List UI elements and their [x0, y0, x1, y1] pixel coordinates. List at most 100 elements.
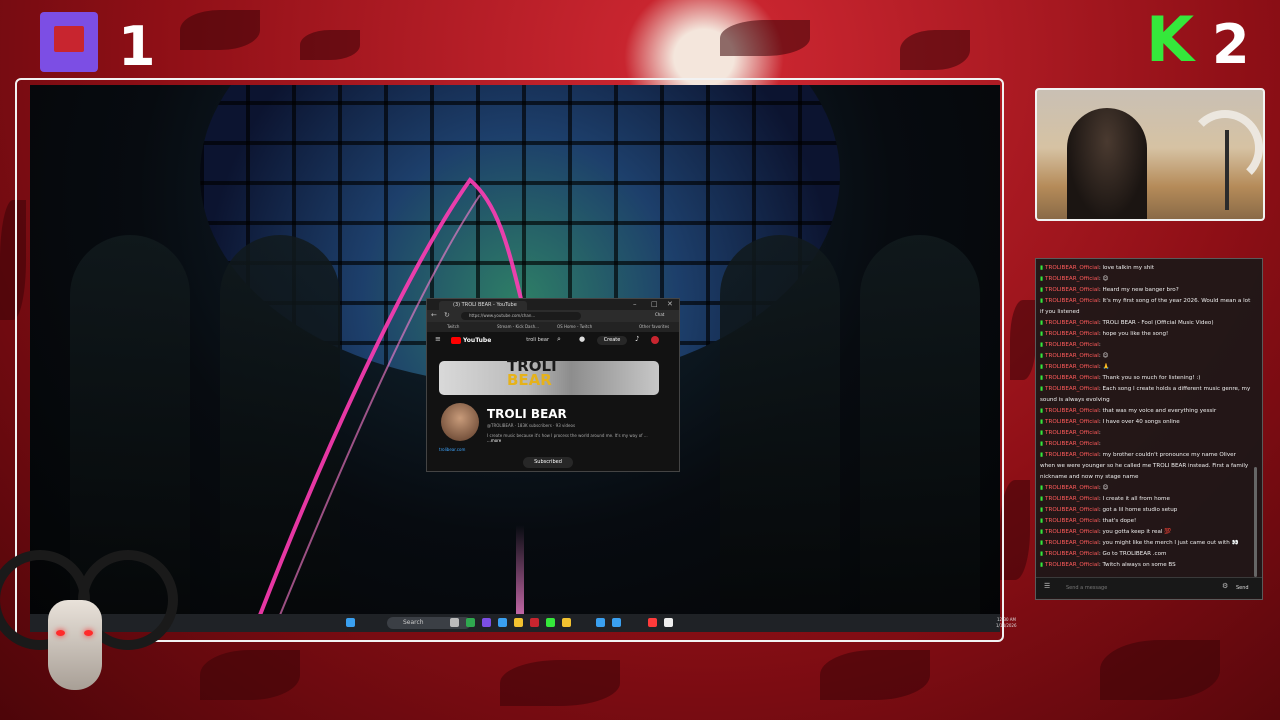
- chat-username[interactable]: TROLIBEAR_Official: [1045, 562, 1099, 568]
- chat-username[interactable]: TROLIBEAR_Official: [1045, 419, 1099, 425]
- chat-username[interactable]: TROLIBEAR_Official: [1045, 408, 1099, 414]
- folder-icon[interactable]: [514, 618, 523, 627]
- bookmark-item[interactable]: Twitch: [447, 322, 459, 332]
- chat-username[interactable]: TROLIBEAR_Official: [1045, 364, 1099, 370]
- more-link[interactable]: ...more: [487, 438, 501, 443]
- bookmark-item[interactable]: Other favorites: [639, 322, 669, 332]
- chat-text: that was my voice and everything yessir: [1102, 408, 1217, 414]
- youtube-header: ≡ YouTube troli bear ⌕ ● Create ♪: [427, 332, 679, 349]
- bookmark-item[interactable]: OS Home - Twitch: [557, 322, 592, 332]
- browser-tab[interactable]: (3) TROLI BEAR - YouTube: [439, 301, 527, 310]
- refresh-icon[interactable]: ↻: [444, 311, 450, 319]
- chat-username[interactable]: TROLIBEAR_Official: [1045, 276, 1099, 282]
- chat-username[interactable]: TROLIBEAR_Official: [1045, 298, 1099, 304]
- chat-username[interactable]: TROLIBEAR_Official: [1045, 485, 1099, 491]
- bookmark-item[interactable]: Stream - Kick Dash...: [497, 322, 539, 332]
- xbox-icon[interactable]: [466, 618, 475, 627]
- chat-text: Heard my new banger bro?: [1102, 287, 1179, 293]
- chat-message: ▮ TROLIBEAR_Official: 😊: [1040, 353, 1109, 359]
- app-icon[interactable]: [562, 618, 571, 627]
- clock-date: 1/14/2026: [996, 623, 1017, 628]
- bell-icon[interactable]: ♪: [635, 335, 639, 343]
- app-icon[interactable]: [530, 618, 539, 627]
- chat-username[interactable]: TROLIBEAR_Official: [1045, 496, 1099, 502]
- chat-message: ▮ TROLIBEAR_Official: 🙏: [1040, 364, 1110, 370]
- taskview-icon[interactable]: [450, 618, 459, 627]
- goat-skull-decoration: [0, 540, 178, 720]
- chat-message: ▮ TROLIBEAR_Official: you might like the…: [1040, 540, 1239, 546]
- chat-message: ▮ TROLIBEAR_Official:: [1040, 441, 1101, 447]
- chat-username[interactable]: TROLIBEAR_Official: [1045, 529, 1099, 535]
- chat-message: ▮ TROLIBEAR_Official: Each song I create…: [1040, 386, 1251, 403]
- chat-username[interactable]: TROLIBEAR_Official: [1045, 375, 1099, 381]
- channel-description: I create music because it's how I proces…: [487, 433, 648, 438]
- channel-banner: TROLI BEAR: [439, 359, 659, 395]
- youtube-logo-icon[interactable]: [451, 337, 461, 344]
- chat-username[interactable]: TROLIBEAR_Official: [1045, 342, 1099, 348]
- taskbar-clock[interactable]: 12:30 AM 1/14/2026: [996, 617, 1017, 629]
- chat-username[interactable]: TROLIBEAR_Official: [1045, 331, 1099, 337]
- chat-text: you might like the merch I just came out…: [1102, 540, 1239, 546]
- kick-app-icon[interactable]: [546, 618, 555, 627]
- chrome-icon[interactable]: [612, 618, 621, 627]
- chat-text: 😊: [1102, 353, 1109, 359]
- chat-message: ▮ TROLIBEAR_Official:: [1040, 342, 1101, 348]
- chat-text: I have over 40 songs online: [1102, 419, 1180, 425]
- chat-username[interactable]: TROLIBEAR_Official: [1045, 430, 1099, 436]
- create-button[interactable]: Create: [597, 336, 627, 345]
- chat-username[interactable]: TROLIBEAR_Official: [1045, 452, 1099, 458]
- chat-message: ▮ TROLIBEAR_Official: I create it all fr…: [1040, 496, 1170, 502]
- chat-message: ▮ TROLIBEAR_Official:: [1040, 430, 1101, 436]
- player-one-number: 1: [118, 15, 156, 78]
- chat-settings-icon[interactable]: ☰: [1044, 582, 1050, 590]
- chat-panel: ▮ TROLIBEAR_Official: love talkin my shi…: [1035, 258, 1263, 600]
- chat-username[interactable]: TROLIBEAR_Official: [1045, 265, 1099, 271]
- chat-message: ▮ TROLIBEAR_Official: Thank you so much …: [1040, 375, 1201, 381]
- chat-username[interactable]: TROLIBEAR_Official: [1045, 320, 1099, 326]
- chat-text: you gotta keep it real 💯: [1102, 529, 1172, 535]
- chat-scrollbar[interactable]: [1254, 467, 1257, 577]
- chat-username[interactable]: TROLIBEAR_Official: [1045, 386, 1099, 392]
- avatar[interactable]: [651, 336, 659, 344]
- chat-username[interactable]: TROLIBEAR_Official: [1045, 441, 1099, 447]
- close-icon[interactable]: ✕: [667, 300, 673, 308]
- send-button[interactable]: Send: [1236, 582, 1249, 594]
- chat-message: ▮ TROLIBEAR_Official: 😊: [1040, 485, 1109, 491]
- app-icon[interactable]: [648, 618, 657, 627]
- search-icon[interactable]: ⌕: [557, 335, 561, 344]
- chat-username[interactable]: TROLIBEAR_Official: [1045, 518, 1099, 524]
- chat-message: ▮ TROLIBEAR_Official: that was my voice …: [1040, 408, 1217, 414]
- app-icon[interactable]: [596, 618, 605, 627]
- chat-pill[interactable]: Chat: [655, 312, 664, 317]
- discord-icon[interactable]: [482, 618, 491, 627]
- browser-window[interactable]: (3) TROLI BEAR - YouTube – □ ✕ ← ↻ https…: [426, 298, 680, 472]
- chat-username[interactable]: TROLIBEAR_Official: [1045, 551, 1099, 557]
- back-icon[interactable]: ←: [431, 311, 437, 319]
- youtube-label[interactable]: YouTube: [463, 336, 491, 345]
- app-icon[interactable]: [664, 618, 673, 627]
- channel-link[interactable]: trolibear.com: [439, 447, 465, 452]
- chat-input-row: ☰ Send a message ⚙ Send: [1036, 577, 1262, 598]
- subscribed-button[interactable]: Subscribed: [523, 457, 573, 468]
- minimize-icon[interactable]: –: [633, 300, 637, 308]
- chat-text: Thank you so much for listening! :): [1102, 375, 1201, 381]
- channel-name: TROLI BEAR: [487, 407, 567, 421]
- channel-avatar[interactable]: [441, 403, 479, 441]
- banner-line-2: BEAR: [507, 371, 552, 389]
- address-bar[interactable]: https://www.youtube.com/chan...: [461, 312, 581, 320]
- edge-icon[interactable]: [498, 618, 507, 627]
- chat-username[interactable]: TROLIBEAR_Official: [1045, 287, 1099, 293]
- search-input[interactable]: troli bear: [513, 336, 549, 345]
- microphone-icon[interactable]: ●: [579, 335, 585, 343]
- maximize-icon[interactable]: □: [651, 300, 658, 308]
- chat-input[interactable]: Send a message: [1066, 582, 1216, 594]
- player-two-number: 2: [1212, 13, 1250, 76]
- menu-icon[interactable]: ≡: [435, 335, 441, 343]
- chat-username[interactable]: TROLIBEAR_Official: [1045, 540, 1099, 546]
- chat-username[interactable]: TROLIBEAR_Official: [1045, 507, 1099, 513]
- gear-icon[interactable]: ⚙: [1222, 582, 1228, 590]
- chat-messages: ▮ TROLIBEAR_Official: love talkin my shi…: [1040, 263, 1252, 571]
- chat-username[interactable]: TROLIBEAR_Official: [1045, 353, 1099, 359]
- start-icon[interactable]: [346, 618, 355, 627]
- chat-message: ▮ TROLIBEAR_Official: hope you like the …: [1040, 331, 1169, 337]
